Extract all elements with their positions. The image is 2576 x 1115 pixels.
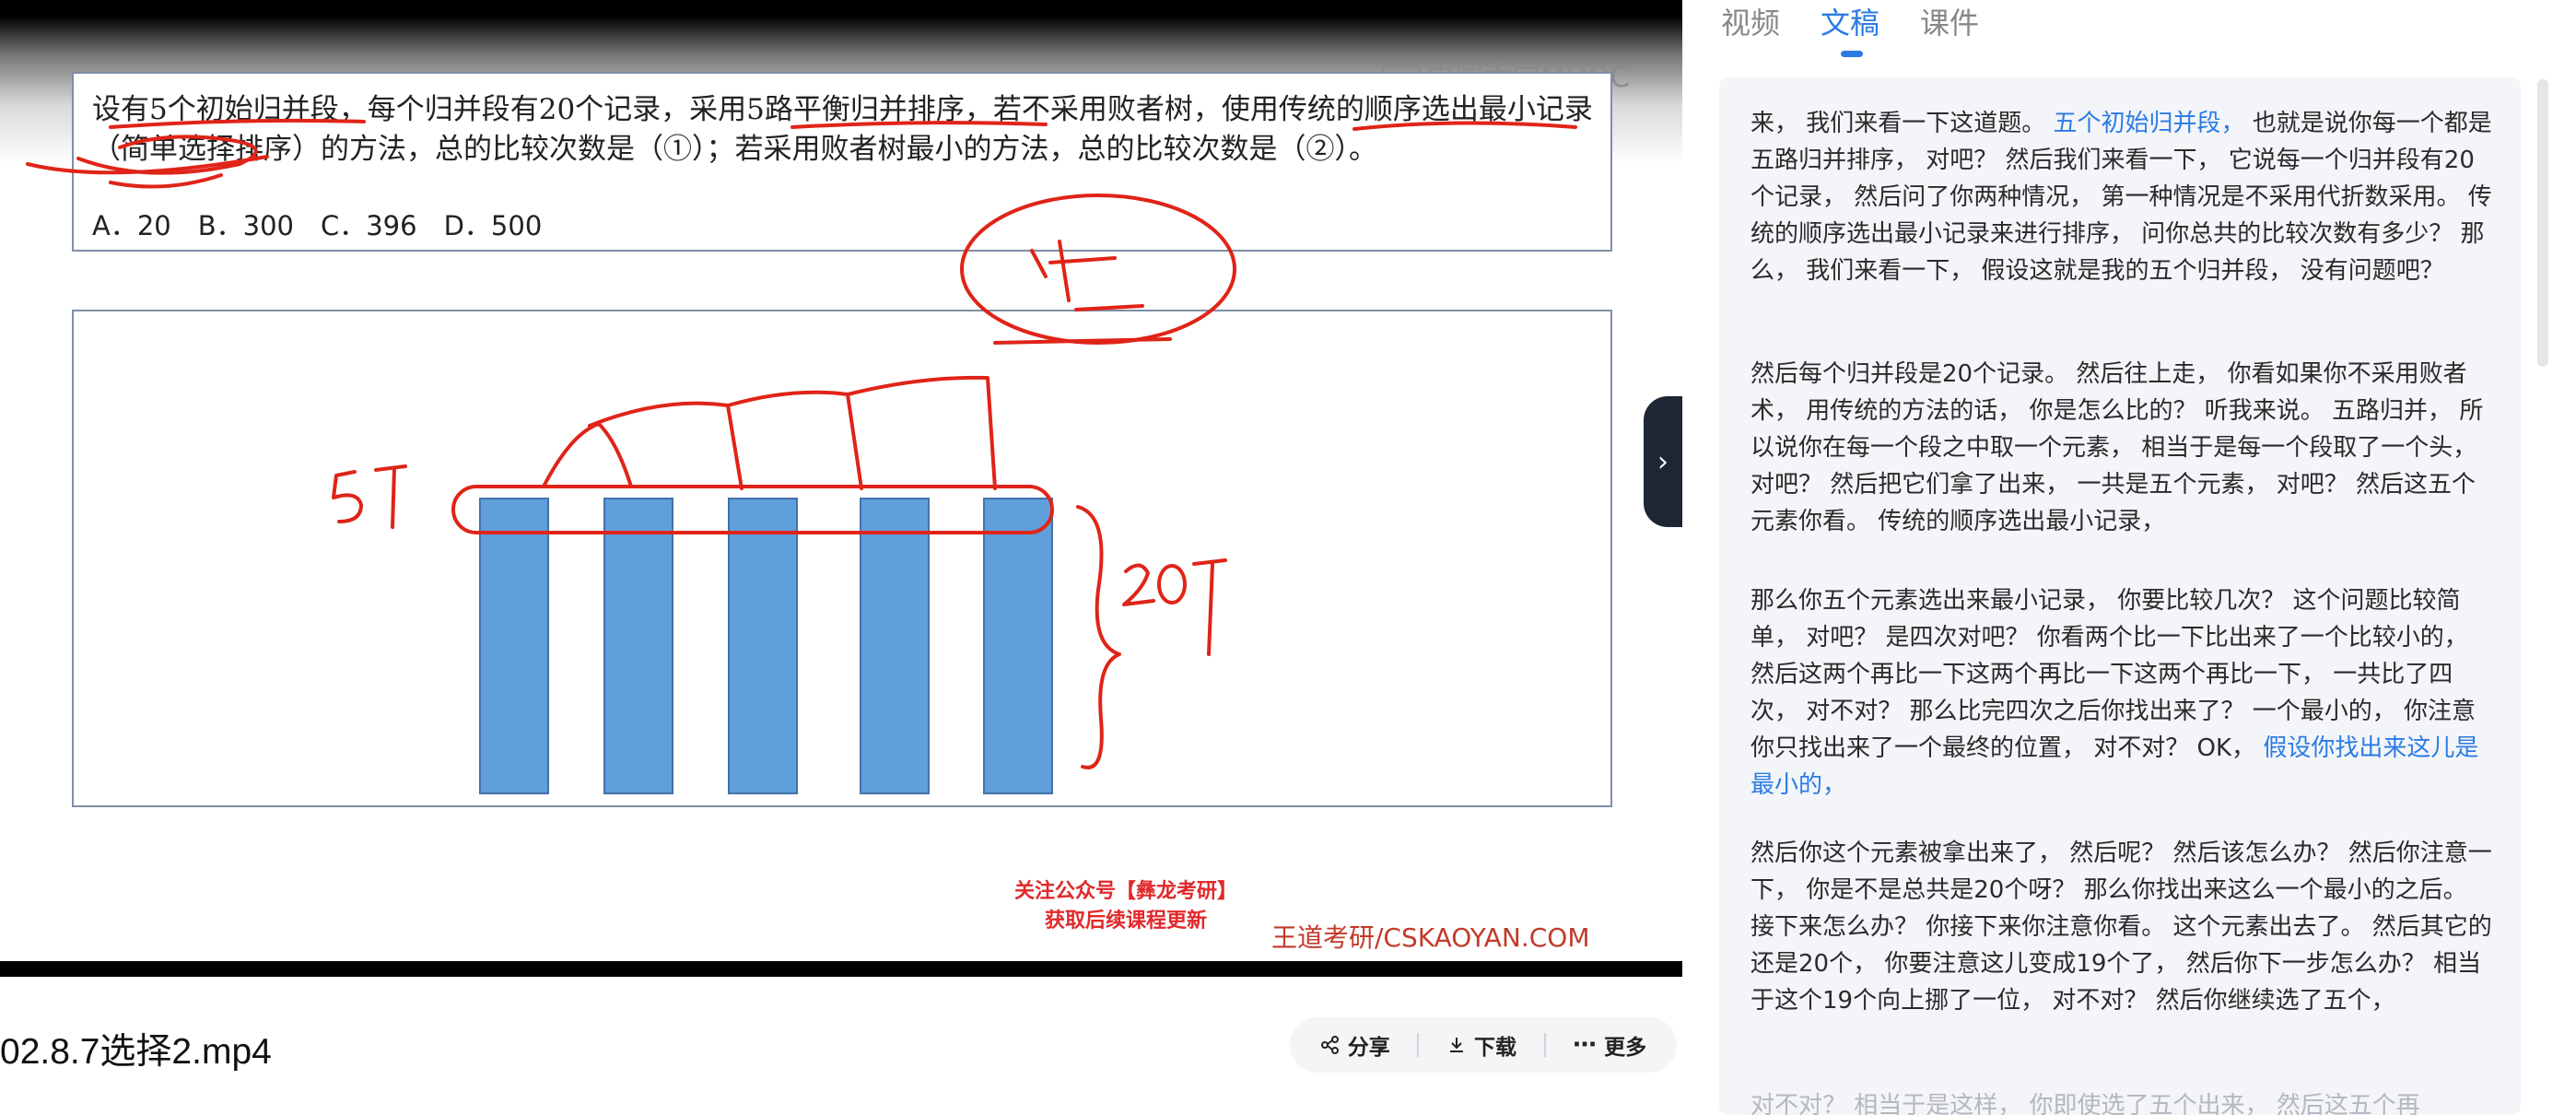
transcript-paragraph[interactable]: 那么你五个元素选出来最小记录， 你要比较几次？ 这个问题比较简单， 对吧？ 是四… [1751, 582, 2493, 804]
tab-courseware[interactable]: 课件 [1920, 0, 1979, 55]
merge-run-bar [479, 498, 549, 794]
merge-runs-diagram [72, 310, 1612, 807]
transcript-highlight: 五个初始归并段， [2053, 110, 2245, 137]
transcript-paragraph[interactable]: 然后你这个元素被拿出来了， 然后呢？ 然后该怎么办？ 然后你注意一下， 你是不是… [1751, 835, 2493, 1019]
answer-options: A．20 B．300 C．396 D．500 [92, 210, 543, 241]
transcript-text: 然后你这个元素被拿出来了， 然后呢？ 然后该怎么办？ 然后你注意一下， 你是不是… [1751, 839, 2492, 1015]
app-root: 中国大学MOOC 设有5个初始归并段，每个归并段有20个记录，采用5路平衡归并排… [0, 0, 2576, 1115]
video-top-bar [0, 0, 1682, 17]
chevron-right-icon: › [1657, 445, 1669, 478]
transcript-paragraph[interactable]: 对不对？ 相当于是这样， 你即使选了五个出来， 然后这五个再 [1751, 1087, 2493, 1115]
divider [1417, 1033, 1420, 1057]
promo-line-2: 获取后续课程更新 [1044, 910, 1207, 933]
transcript-area[interactable]: 来， 我们来看一下这道题。 五个初始归并段， 也就是说你每一个都是五路归并排序，… [1719, 77, 2521, 1115]
download-label: 下载 [1473, 1036, 1516, 1060]
download-button[interactable]: 下载 [1446, 1029, 1516, 1061]
more-icon: ⋯ [1573, 1031, 1598, 1059]
promo-line-1: 关注公众号【彝龙考研】 [1013, 880, 1237, 903]
question-box: 设有5个初始归并段，每个归并段有20个记录，采用5路平衡归并排序，若不采用败者树… [72, 72, 1612, 252]
share-label: 分享 [1347, 1036, 1390, 1060]
panel-tabs: 视频 文稿 课件 [1721, 0, 1979, 57]
brand-watermark: 王道考研/CSKAOYAN.COM [1271, 922, 1590, 953]
merge-run-bar [983, 498, 1053, 794]
divider [1543, 1033, 1546, 1057]
tab-transcript[interactable]: 文稿 [1821, 0, 1879, 57]
merge-run-bar [728, 498, 798, 794]
more-label: 更多 [1604, 1036, 1647, 1060]
side-panel: 视频 文稿 课件 来， 我们来看一下这道题。 五个初始归并段， 也就是说你每一个… [1682, 0, 2576, 1115]
transcript-text: 然后每个归并段是20个记录。 然后往上走， 你看如果你不采用败者术， 用传统的方… [1751, 360, 2484, 535]
transcript-paragraph[interactable]: 来， 我们来看一下这道题。 五个初始归并段， 也就是说你每一个都是五路归并排序，… [1751, 105, 2493, 289]
transcript-text: 对不对？ 相当于是这样， 你即使选了五个出来， 然后这五个再 [1751, 1092, 2420, 1115]
share-button[interactable]: 分享 [1320, 1029, 1390, 1061]
more-button[interactable]: ⋯ 更多 [1573, 1029, 1646, 1061]
transcript-text: 来， 我们来看一下这道题。 [1751, 110, 2054, 137]
collapse-panel-button[interactable]: › [1644, 396, 1682, 527]
merge-run-bar [860, 498, 930, 794]
transcript-scrollbar[interactable] [2537, 79, 2548, 367]
tab-video[interactable]: 视频 [1721, 0, 1780, 55]
video-bottom-bar [0, 961, 1682, 977]
video-filename: 02.8.7选择2.mp4 [0, 1032, 272, 1072]
promo-text: 关注公众号【彝龙考研】 获取后续课程更新 [1006, 877, 1246, 936]
question-text: 设有5个初始归并段，每个归并段有20个记录，采用5路平衡归并排序，若不采用败者树… [92, 93, 1593, 166]
share-icon [1320, 1036, 1339, 1054]
merge-run-bar [603, 498, 673, 794]
transcript-paragraph[interactable]: 然后每个归并段是20个记录。 然后往上走， 你看如果你不采用败者术， 用传统的方… [1751, 356, 2493, 540]
download-icon [1449, 1038, 1463, 1052]
video-player[interactable]: 中国大学MOOC 设有5个初始归并段，每个归并段有20个记录，采用5路平衡归并排… [0, 0, 1682, 977]
video-actions-bar: 分享 下载 ⋯ 更多 [1290, 1017, 1677, 1073]
